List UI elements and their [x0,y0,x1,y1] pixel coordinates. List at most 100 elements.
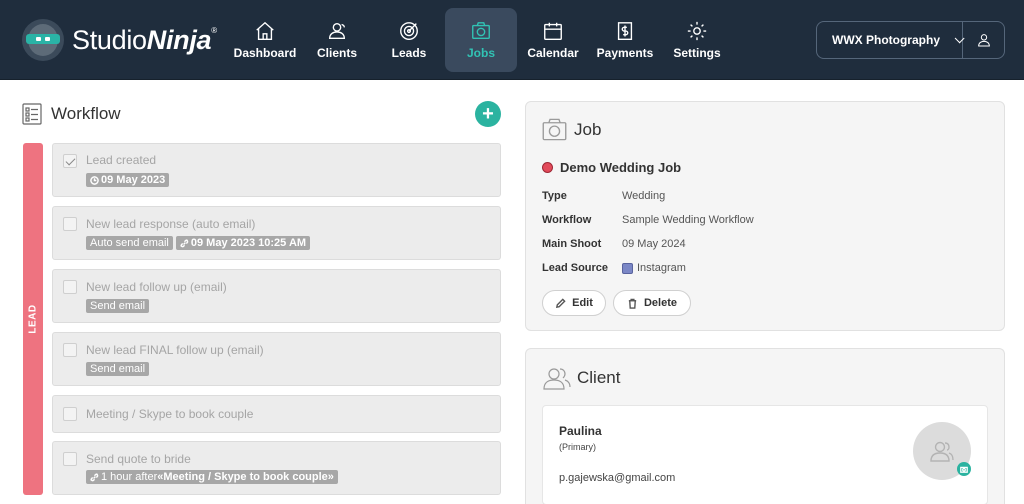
task-title: New lead follow up (email) [86,280,227,294]
checklist-icon [22,103,42,125]
account-switcher: WWX Photography [816,21,1005,59]
field-value: Sample Wedding Workflow [622,214,754,226]
users-icon [930,441,954,462]
nav-label: Leads [391,46,427,60]
add-task-button[interactable]: + [475,101,501,127]
button-label: Edit [572,297,593,309]
job-field-main-shoot: Main Shoot 09 May 2024 [542,238,686,250]
pencil-icon [556,297,566,308]
workflow-header: Workflow + [22,101,502,127]
workflow-task[interactable]: New lead response (auto email) Auto send… [52,206,501,260]
nav-clients[interactable]: Clients [301,8,373,72]
workflow-task[interactable]: New lead FINAL follow up (email) Send em… [52,332,501,386]
studio-ninja-logo[interactable]: StudioNinja® [22,19,217,61]
clock-icon [90,175,99,185]
nav-label: Calendar [527,46,579,60]
nav-leads[interactable]: Leads [373,8,445,72]
ninja-logo-icon [22,19,64,61]
field-label: Main Shoot [542,238,602,250]
task-trigger-tag: 1 hour after «Meeting / Skype to book co… [86,470,338,484]
trash-icon [628,298,637,309]
dollar-document-icon [617,22,633,40]
task-checkbox[interactable] [63,343,77,357]
field-label: Workflow [542,214,592,226]
nav-label: Clients [316,46,357,60]
task-checkbox[interactable] [63,407,77,421]
job-section-title: Job [574,119,602,139]
main-nav: Dashboard Clients Leads Jobs Calendar Pa… [229,8,733,72]
task-date-tag: 09 May 2023 10:25 AM [175,236,311,250]
job-field-lead-source: Lead Source Instagram [542,262,686,274]
field-value: Wedding [622,190,666,202]
status-dot-icon [542,162,553,173]
task-date-tag: 09 May 2023 [86,173,170,187]
workflow-task[interactable]: Lead created 09 May 2023 [52,143,501,197]
tag-text: «Meeting / Skype to book couple» [157,471,334,483]
tag-prefix: 1 hour after [101,471,158,483]
field-value-text: Instagram [637,262,686,274]
nav-label: Payments [596,46,654,60]
nav-calendar[interactable]: Calendar [517,8,589,72]
workflow-task[interactable]: Meeting / Skype to book couple [52,395,501,433]
lead-source-color-icon [622,262,633,274]
workflow-title: Workflow [51,104,121,123]
client-name: Paulina [559,424,602,438]
camera-icon [542,118,567,141]
client-card: Client Paulina (Primary) p.gajewska@gmai… [525,348,1005,504]
task-checkbox[interactable] [63,280,77,294]
nav-label: Settings [673,46,721,60]
task-title: Send quote to bride [86,452,191,466]
delete-button[interactable]: Delete [613,290,691,316]
job-field-workflow: Workflow Sample Wedding Workflow [542,214,754,226]
button-label: Delete [643,297,678,309]
tag-text: 09 May 2023 [101,174,166,186]
task-action-tag: Send email [86,362,150,376]
task-checkbox[interactable] [63,217,77,231]
nav-payments[interactable]: Payments [589,8,661,72]
client-email[interactable]: p.gajewska@gmail.com [559,472,675,484]
client-role: (Primary) [559,442,596,452]
camera-icon [472,22,490,40]
link-icon [90,472,99,481]
users-icon [543,368,571,390]
task-checkbox[interactable] [63,154,77,168]
client-contact-card[interactable]: Paulina (Primary) p.gajewska@gmail.com [542,405,988,504]
job-field-type: Type Wedding [542,190,665,202]
workflow-task[interactable]: New lead follow up (email) Send email [52,269,501,323]
account-dropdown[interactable]: WWX Photography [817,32,965,47]
upload-photo-camera-icon[interactable] [957,462,971,476]
account-name: WWX Photography [832,33,940,47]
nav-jobs[interactable]: Jobs [445,8,517,72]
camera-icon [960,466,968,473]
lead-stage-bar: LEAD [23,143,43,495]
client-section-title: Client [577,368,621,387]
task-action-tag: Send email [86,299,150,313]
user-profile-button[interactable] [962,21,1004,59]
job-card-header: Job [541,116,601,143]
plus-icon: + [482,103,494,125]
client-card-header: Client [541,365,620,391]
stage-label: LEAD [27,304,39,334]
task-checkbox[interactable] [63,452,77,466]
nav-settings[interactable]: Settings [661,8,733,72]
edit-button[interactable]: Edit [542,290,606,316]
field-value: Instagram [622,262,686,274]
nav-dashboard[interactable]: Dashboard [229,8,301,72]
task-title: Lead created [86,153,157,167]
job-name[interactable]: Demo Wedding Job [542,160,681,175]
home-icon [256,21,274,40]
link-icon [180,238,189,247]
job-card: Job Demo Wedding Job Type Wedding Workfl… [525,101,1005,331]
nav-label: Jobs [466,46,495,60]
top-navigation-bar: StudioNinja® Dashboard Clients Leads Job… [0,0,1024,80]
field-label: Type [542,190,567,202]
calendar-icon [544,22,562,40]
task-title: New lead response (auto email) [86,217,256,231]
gear-icon [687,21,707,41]
tag-text: 09 May 2023 10:25 AM [190,237,307,249]
task-title: Meeting / Skype to book couple [86,407,254,421]
field-label: Lead Source [542,262,609,274]
workflow-task[interactable]: Send quote to bride 1 hour after «Meetin… [52,441,501,495]
task-action-tag: Auto send email [86,236,173,250]
target-icon [400,22,418,40]
